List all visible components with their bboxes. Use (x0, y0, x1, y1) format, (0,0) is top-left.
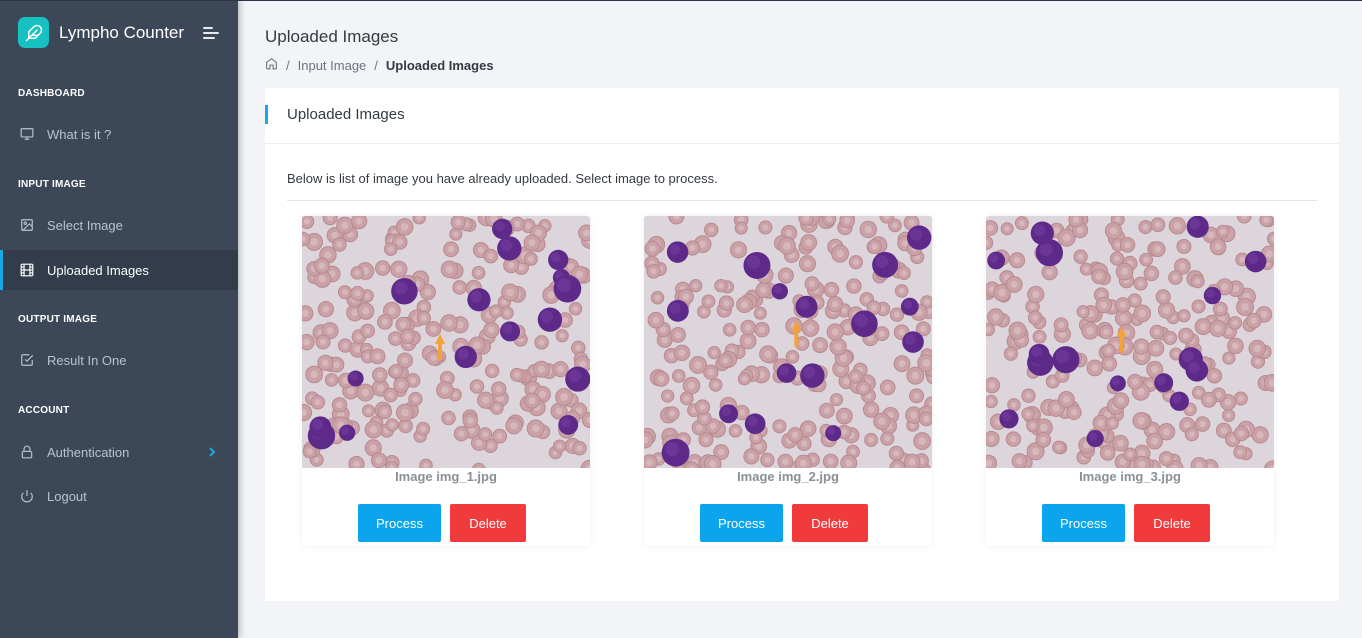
sidebar-item-label: What is it ? (47, 126, 112, 142)
monitor-icon (20, 127, 34, 141)
sidebar-item-authentication[interactable]: Authentication (0, 432, 238, 472)
power-icon (20, 489, 34, 503)
blood-smear-image[interactable] (986, 216, 1274, 468)
sidebar-item-select-image[interactable]: Select Image (0, 205, 238, 245)
sidebar: Lympho Counter DASHBOARD What is it ? IN… (0, 0, 238, 638)
breadcrumb-current: Uploaded Images (385, 57, 494, 73)
sidebar-item-logout[interactable]: Logout (0, 476, 238, 516)
blood-smear-image[interactable] (302, 216, 590, 468)
card-accent-bar (265, 105, 268, 124)
brand[interactable]: Lympho Counter (18, 17, 184, 48)
section-title-dashboard: DASHBOARD (18, 88, 85, 99)
sidebar-item-label: Uploaded Images (47, 262, 149, 278)
card-title: Uploaded Images (287, 106, 405, 123)
delete-button[interactable]: Delete (1134, 504, 1210, 542)
uploaded-images-card: Uploaded Images Below is list of image y… (265, 88, 1339, 601)
app-title: Lympho Counter (59, 22, 185, 42)
image-caption: Image img_3.jpg (1079, 469, 1181, 484)
process-button[interactable]: Process (358, 504, 441, 542)
image-icon (20, 218, 34, 232)
blood-smear-image[interactable] (644, 216, 932, 468)
lock-icon (20, 445, 34, 459)
sidebar-item-label: Result In One (47, 352, 127, 368)
delete-button[interactable]: Delete (450, 504, 526, 542)
breadcrumb-separator: / (374, 57, 378, 73)
checkbox-icon (20, 353, 34, 367)
sidebar-item-label: Logout (47, 488, 87, 504)
breadcrumb-separator: / (286, 57, 290, 73)
card-description: Below is list of image you have already … (287, 171, 718, 186)
image-card: Image img_1.jpg Process Delete (302, 216, 590, 546)
section-title-account: ACCOUNT (18, 405, 70, 416)
menu-toggle-icon[interactable] (203, 27, 219, 39)
process-button[interactable]: Process (700, 504, 783, 542)
breadcrumb-input-image[interactable]: Input Image (298, 58, 367, 73)
feather-logo-icon (18, 17, 49, 48)
breadcrumb: / Input Image / Uploaded Images (265, 57, 494, 73)
film-icon (20, 263, 34, 277)
section-title-input-image: INPUT IMAGE (18, 179, 86, 190)
home-icon[interactable] (265, 57, 278, 73)
section-title-output-image: OUTPUT IMAGE (18, 314, 98, 325)
top-border (0, 0, 1362, 1)
card-header: Uploaded Images (265, 88, 1339, 144)
image-card: Image img_3.jpg Process Delete (986, 216, 1274, 546)
delete-button[interactable]: Delete (792, 504, 868, 542)
sidebar-item-label: Select Image (47, 217, 123, 233)
image-caption: Image img_1.jpg (395, 469, 497, 484)
chevron-right-icon (208, 446, 216, 461)
sidebar-item-result-in-one[interactable]: Result In One (0, 340, 238, 380)
sidebar-item-what-is-it[interactable]: What is it ? (0, 114, 238, 154)
divider (287, 200, 1317, 201)
process-button[interactable]: Process (1042, 504, 1125, 542)
page-title: Uploaded Images (265, 27, 399, 46)
sidebar-item-uploaded-images[interactable]: Uploaded Images (0, 250, 238, 290)
image-card: Image img_2.jpg Process Delete (644, 216, 932, 546)
image-caption: Image img_2.jpg (737, 469, 839, 484)
sidebar-item-label: Authentication (47, 444, 130, 460)
